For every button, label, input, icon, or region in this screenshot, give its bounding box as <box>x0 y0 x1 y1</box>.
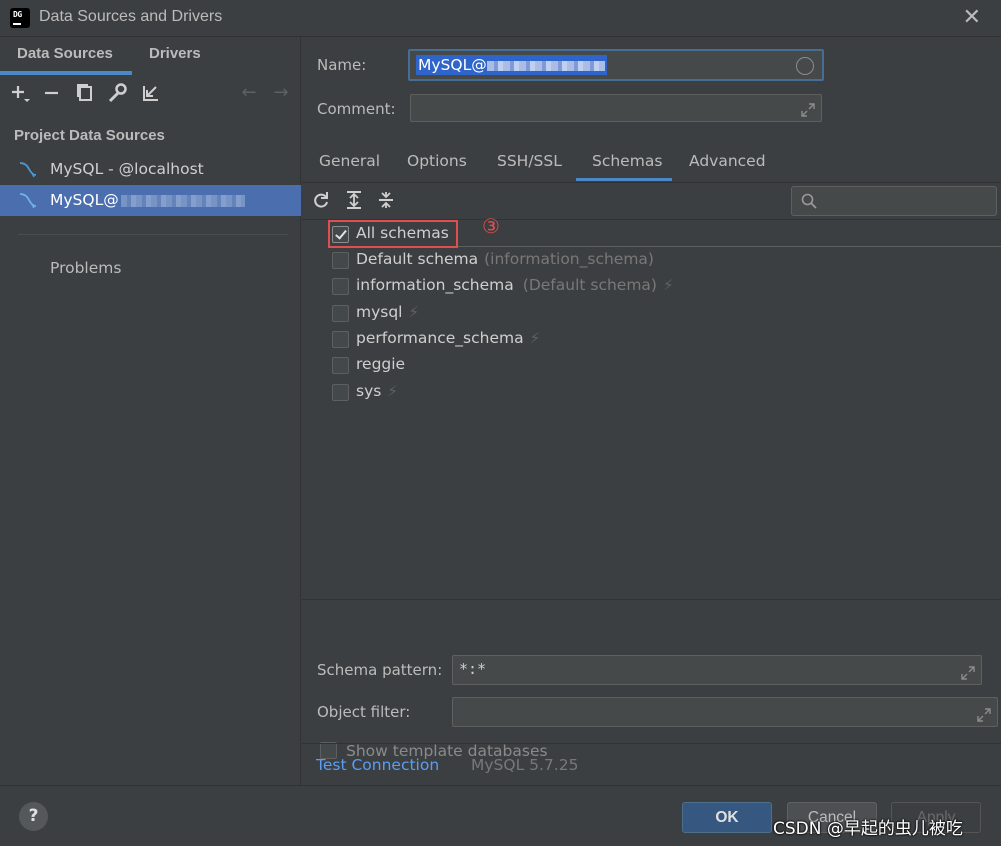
active-tab-indicator <box>0 71 132 75</box>
schema-pattern-label: Schema pattern: <box>317 661 443 679</box>
dialog-footer: ? OK Cancel Apply CSDN @早起的虫儿被吃 <box>0 785 1001 846</box>
close-icon[interactable]: ✕ <box>963 5 981 30</box>
search-icon <box>801 193 817 209</box>
data-source-remote[interactable]: MySQL@ <box>0 185 301 216</box>
schema-toolbar <box>302 184 1001 220</box>
watermark: CSDN @早起的虫儿被吃 <box>773 819 963 839</box>
checkbox[interactable] <box>332 384 349 401</box>
name-value: MySQL@ <box>416 55 607 75</box>
add-icon[interactable] <box>10 81 32 105</box>
schema-label: All schemas <box>356 224 449 242</box>
connection-row: Test Connection MySQL 5.7.25 <box>302 743 1001 785</box>
expand-icon[interactable] <box>800 102 816 118</box>
filter-section: Schema pattern: *:* Object filter: Show … <box>302 599 1001 760</box>
schema-list: All schemas ③ Default schema (information… <box>302 214 1001 598</box>
checkbox[interactable] <box>332 226 349 243</box>
tab-ssh-ssl[interactable]: SSH/SSL <box>497 152 562 170</box>
lightning-icon: ⚡ <box>387 382 398 400</box>
forward-arrow-icon[interactable]: → <box>270 81 292 105</box>
duplicate-icon[interactable] <box>74 81 96 105</box>
problems-item[interactable]: Problems <box>50 259 121 277</box>
datagrip-logo-icon: DG <box>8 6 32 30</box>
lightning-icon: ⚡ <box>529 329 541 347</box>
data-source-label: MySQL - @localhost <box>50 160 204 178</box>
help-button[interactable]: ? <box>19 802 48 831</box>
collapse-all-icon[interactable] <box>375 190 397 212</box>
data-source-label: MySQL@ <box>50 191 245 209</box>
schema-label: reggie <box>356 355 406 373</box>
expand-all-icon[interactable] <box>343 190 365 212</box>
checkbox[interactable] <box>332 305 349 322</box>
active-tab-indicator <box>576 178 672 181</box>
annotation-marker: ③ <box>482 214 500 238</box>
remove-icon[interactable] <box>41 81 63 105</box>
server-version: MySQL 5.7.25 <box>471 756 579 774</box>
settings-tabs: General Options SSH/SSL Schemas Advanced <box>302 147 1001 183</box>
expand-icon[interactable] <box>976 707 992 723</box>
comment-input[interactable] <box>410 94 822 122</box>
left-panel: Data Sources Drivers ← → Project Data So… <box>0 37 301 785</box>
lightning-icon: ⚡ <box>662 276 674 294</box>
schema-pattern-value: *:* <box>459 660 487 678</box>
redacted-host <box>486 60 605 71</box>
object-filter-input[interactable] <box>452 697 998 727</box>
tab-schemas[interactable]: Schemas <box>592 152 662 170</box>
comment-label: Comment: <box>317 100 396 118</box>
schema-label: Default schema (information_schema) <box>356 250 654 268</box>
refresh-icon[interactable] <box>310 190 332 212</box>
schema-label: mysql ⚡ <box>356 303 420 321</box>
right-panel: Name: MySQL@ Comment: General Options SS… <box>302 37 1001 785</box>
test-connection-link[interactable]: Test Connection <box>316 756 439 774</box>
left-tabs: Data Sources Drivers <box>0 37 301 75</box>
tab-advanced[interactable]: Advanced <box>689 152 766 170</box>
tab-drivers[interactable]: Drivers <box>149 45 201 62</box>
mysql-dolphin-icon <box>19 162 37 178</box>
color-circle-icon[interactable] <box>796 57 814 75</box>
search-input[interactable] <box>791 186 997 216</box>
ok-button[interactable]: OK <box>682 802 772 833</box>
lightning-icon: ⚡ <box>408 303 420 321</box>
divider <box>18 234 288 235</box>
name-label: Name: <box>317 56 367 74</box>
data-source-localhost[interactable]: MySQL - @localhost <box>0 154 301 185</box>
schema-pattern-input[interactable]: *:* <box>452 655 982 685</box>
checkbox[interactable] <box>332 278 349 295</box>
back-arrow-icon[interactable]: ← <box>238 81 260 105</box>
checkbox[interactable] <box>332 331 349 348</box>
title-bar: DG Data Sources and Drivers ✕ <box>0 0 1001 37</box>
checkbox[interactable] <box>332 357 349 374</box>
object-filter-label: Object filter: <box>317 703 411 721</box>
schema-label: performance_schema ⚡ <box>356 329 541 347</box>
checkbox[interactable] <box>332 252 349 269</box>
tab-data-sources[interactable]: Data Sources <box>17 45 113 62</box>
section-title: Project Data Sources <box>14 127 165 144</box>
tab-general[interactable]: General <box>319 152 380 170</box>
mysql-dolphin-icon <box>19 193 37 209</box>
divider <box>458 246 1001 247</box>
name-input[interactable]: MySQL@ <box>408 49 824 81</box>
schema-label: sys ⚡ <box>356 382 398 400</box>
import-icon[interactable] <box>139 81 161 105</box>
redacted-host <box>120 194 245 207</box>
expand-icon[interactable] <box>960 665 976 681</box>
schema-label: information_schema (Default schema) ⚡ <box>356 276 674 294</box>
left-toolbar: ← → <box>0 81 301 109</box>
window-title: Data Sources and Drivers <box>39 8 223 25</box>
tab-options[interactable]: Options <box>407 152 467 170</box>
wrench-icon[interactable] <box>106 81 128 105</box>
